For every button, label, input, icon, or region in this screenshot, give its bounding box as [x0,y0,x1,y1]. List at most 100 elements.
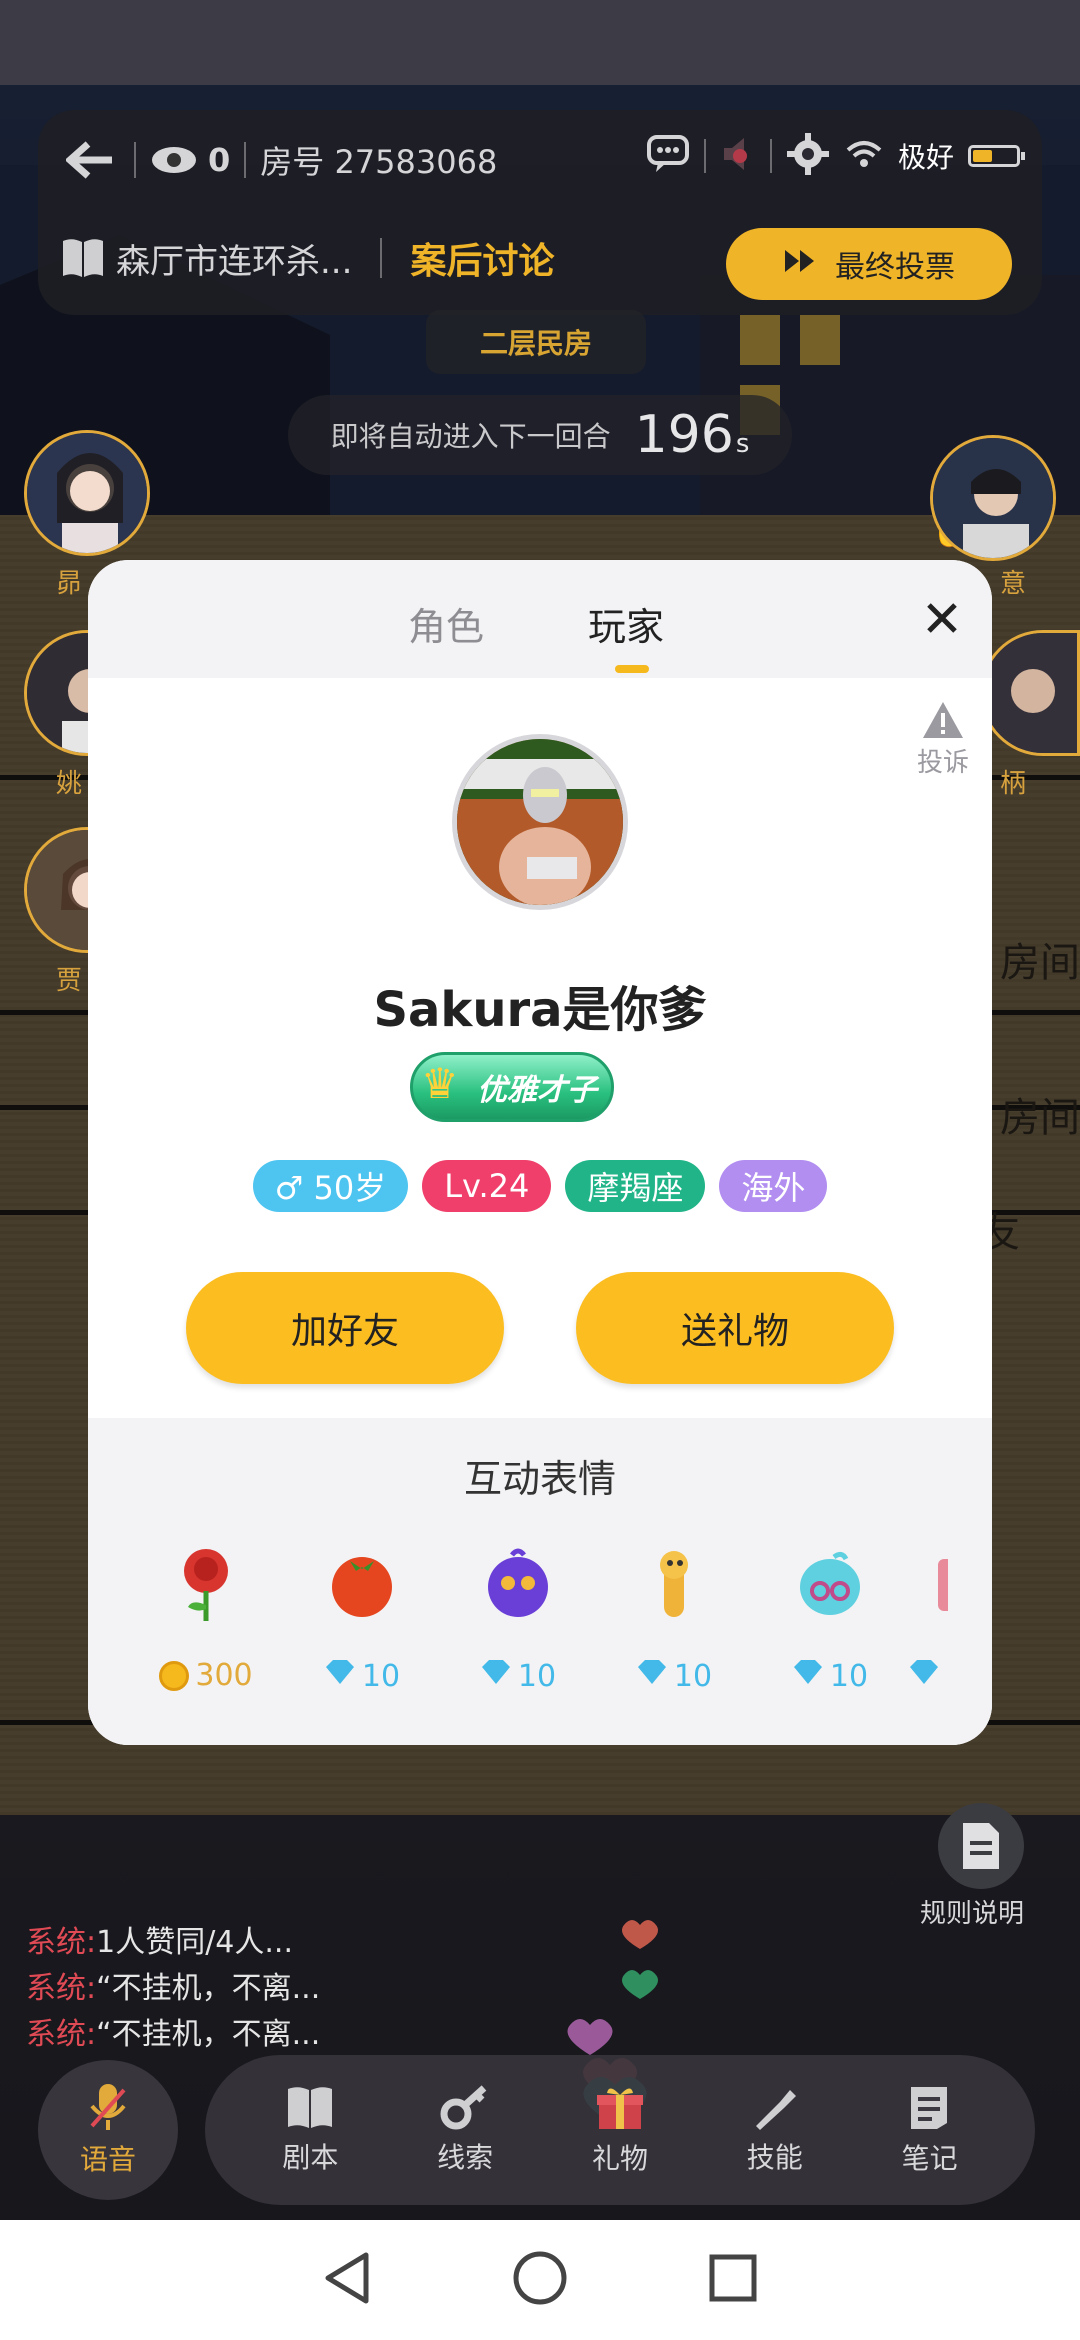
tool-skill[interactable]: 技能 [715,2084,835,2176]
emote-item[interactable]: 10 [284,1538,440,1728]
player-avatar [452,734,628,910]
rules-label: 规则说明 [920,1899,1025,1929]
player-seat-avatar[interactable] [930,435,1056,561]
round-timer-text: 即将自动进入下一回合 [330,420,611,453]
emote-price: 10 [480,1658,556,1694]
emote-item[interactable] [908,1538,968,1728]
seat-name: 意 [1000,569,1027,599]
voice-button[interactable]: 语音 [38,2060,178,2200]
diamond-icon [324,1658,356,1694]
chat-bubble-icon[interactable] [646,134,690,178]
microphone-icon [90,2084,126,2130]
warning-icon [923,702,963,738]
book-icon [288,2087,333,2128]
tomato-icon [317,1538,407,1628]
seat-name: 柄 [1000,769,1027,799]
voice-label: 语音 [79,2143,136,2176]
tool-script[interactable]: 剧本 [250,2084,370,2176]
emote-section-title: 互动表情 [463,1457,616,1501]
player-seat-avatar[interactable] [24,430,150,556]
emote-price: 300 [159,1658,253,1693]
diamond-icon [636,1658,668,1694]
emote-price [908,1658,940,1694]
divider [769,139,772,173]
emote-item[interactable]: 10 [440,1538,596,1728]
divider [380,238,383,278]
divider [244,142,247,178]
chat-message: 系统:“不挂机，不离... [26,1966,320,2012]
coin-icon [159,1660,190,1691]
bottom-toolbar: 剧本 线索 礼物 技能 笔记 [205,2055,1035,2205]
round-timer-unit: s [735,429,750,459]
home-circle-icon[interactable] [512,2250,568,2310]
script-title[interactable]: 森厅市连环杀... [116,234,352,283]
price-value: 300 [195,1658,253,1693]
player-tags: ♂ 50岁 Lv.24 摩羯座 海外 [88,1160,992,1212]
chat-text: “不挂机，不离... [96,2017,321,2052]
book-icon [60,235,106,281]
battery-fill [973,150,992,162]
close-icon [927,603,957,633]
partial-emote-icon [908,1538,968,1628]
back-triangle-icon[interactable] [322,2251,372,2309]
tool-label: 礼物 [591,2142,648,2175]
divider [134,142,136,178]
gear-icon[interactable] [786,132,830,180]
title-badge: ♛ 优雅才子 [410,1052,614,1122]
back-arrow-icon[interactable] [60,130,120,190]
emote-item[interactable]: 10 [596,1538,752,1728]
interactive-emotes: 互动表情 300 10 10 10 10 [88,1418,992,1745]
tool-clues[interactable]: 线索 [405,2084,525,2176]
zodiac-tag: 摩羯座 [565,1160,706,1212]
chat-message: 系统:“不挂机，不离... [26,2012,320,2058]
tool-label: 笔记 [901,2142,958,2175]
send-gift-button[interactable]: 送礼物 [576,1272,894,1384]
knife-icon [755,2090,796,2130]
notes-icon [910,2087,947,2129]
rules-button[interactable] [938,1803,1024,1889]
side-room-label: 房间 [1000,1095,1080,1141]
emote-price: 10 [324,1658,400,1694]
blue-blob-icon [785,1538,875,1628]
tool-notes[interactable]: 笔记 [870,2083,990,2177]
price-value: 10 [829,1658,869,1694]
tool-gift[interactable]: 礼物 [560,2083,680,2177]
side-room-label: 房间 [1000,940,1080,986]
chat-text: 1人赞同/4人... [96,1925,293,1960]
yellow-creature-icon [629,1538,719,1628]
chat-sender: 系统: [26,1971,97,2006]
key-icon [440,2085,487,2130]
modal-tab-bar: 角色 玩家 [88,560,992,678]
price-value: 10 [517,1658,557,1694]
level-tag: Lv.24 [422,1160,552,1212]
diamond-icon [908,1658,940,1694]
chat-text: “不挂机，不离... [96,1971,321,2006]
player-profile-modal: 角色 玩家 投诉 Sakura是你爹 ♛ 优雅才子 ♂ 50岁 Lv.24 摩羯… [88,560,992,1745]
chat-message: 系统:1人赞同/4人... [26,1920,320,1966]
final-vote-button[interactable]: 最终投票 [726,228,1012,300]
tab-player[interactable]: 玩家 [588,596,664,651]
seat-name: 姚 [56,769,83,799]
speaker-muted-icon[interactable] [720,134,756,178]
tool-label: 技能 [746,2141,803,2174]
chat-sender: 系统: [26,1925,97,1960]
rose-icon [161,1538,251,1628]
close-button[interactable] [914,590,970,646]
chat-log: 系统:1人赞同/4人... 系统:“不挂机，不离... 系统:“不挂机，不离..… [26,1920,320,2058]
recents-square-icon[interactable] [708,2253,758,2307]
chat-sender: 系统: [26,2017,97,2052]
add-friend-button[interactable]: 加好友 [186,1272,504,1384]
room-header: 0 房号 27583068 极好 森厅市连环杀... 案后讨论 最终投票 [38,110,1042,315]
gift-icon [596,2088,643,2129]
crown-icon: ♛ [421,1059,459,1108]
emote-item[interactable]: 10 [752,1538,908,1728]
signal-quality: 极好 [897,141,954,174]
diamond-icon [480,1658,512,1694]
emote-list: 300 10 10 10 10 [128,1538,992,1728]
report-button[interactable]: 投诉 [908,700,978,779]
viewer-count: 0 [208,141,231,179]
emote-item[interactable]: 300 [128,1538,284,1728]
title-badge-label: 优雅才子 [477,1073,597,1108]
tab-role[interactable]: 角色 [408,596,484,651]
round-timer-seconds: 196 [634,405,734,465]
